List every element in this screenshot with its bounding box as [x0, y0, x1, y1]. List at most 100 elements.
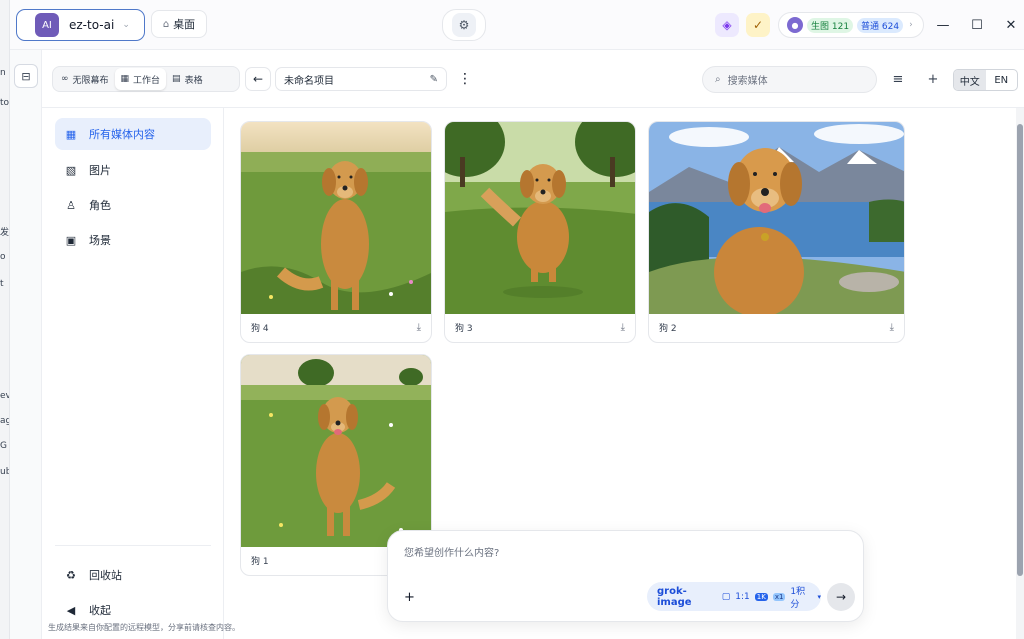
card-footer: 狗 4 ⤓: [241, 312, 431, 342]
check-icon[interactable]: ✓: [746, 13, 770, 37]
cost-label: 1积分: [790, 586, 806, 610]
background-text: t: [0, 279, 4, 289]
background-text: 发: [0, 228, 10, 238]
grid-icon: ▦: [120, 74, 130, 84]
left-rail: ⊟: [10, 50, 42, 639]
tab-label: 表格: [184, 75, 203, 86]
background-text: ev: [0, 391, 10, 401]
pencil-icon[interactable]: ✎: [430, 74, 438, 85]
tab-label: 工作台: [133, 75, 161, 86]
title-bar: AI ez-to-ai ⌄ ⌂ 桌面 ⚙ ◈ ✓ ● 生图 121 普通 624…: [10, 0, 1024, 50]
sidebar-item-label: 角色: [89, 199, 111, 212]
add-attachment-icon[interactable]: +: [404, 590, 415, 605]
media-title: 狗 2: [659, 323, 677, 334]
background-text: o: [0, 252, 6, 262]
credits-badge[interactable]: ● 生图 121 普通 624 ›: [778, 12, 924, 38]
scene-icon: ▣: [65, 233, 77, 247]
background-text: ag: [0, 416, 9, 426]
sidebar-item-all-media[interactable]: ▦ 所有媒体内容: [55, 118, 211, 150]
sidebar-item-label: 图片: [89, 164, 111, 177]
chevron-right-icon: ›: [909, 20, 913, 30]
toolbar: ∞ 无限幕布 ▦ 工作台 ▤ 表格 ← 未命名项目 ✎ ⋮ ⌕ 搜索媒体 ≡ +…: [42, 50, 1024, 108]
workspace-name: ez-to-ai: [69, 18, 115, 32]
sidebar-item-images[interactable]: ▧ 图片: [55, 154, 211, 186]
background-text: G: [0, 441, 7, 451]
lang-zh-button[interactable]: 中文: [954, 70, 986, 90]
background-window-strip: n to 发 o t ev ag G ub: [0, 0, 10, 639]
tab-workbench[interactable]: ▦ 工作台: [114, 68, 167, 90]
general-credits: 普通 624: [857, 17, 904, 33]
maximize-button[interactable]: ☐: [966, 14, 988, 36]
media-card[interactable]: 狗 4 ⤓: [240, 121, 432, 343]
image-credits: 生图 121: [807, 17, 854, 33]
image-icon: ▧: [65, 163, 77, 177]
arrow-left-icon: ←: [252, 72, 264, 86]
tab-table[interactable]: ▤ 表格: [166, 68, 209, 90]
search-icon: ⌕: [715, 74, 721, 85]
chevron-down-icon: ⌄: [122, 20, 130, 30]
dog-image: [445, 122, 635, 314]
table-icon: ▤: [172, 74, 181, 84]
download-icon[interactable]: ⤓: [417, 322, 421, 333]
add-icon[interactable]: +: [924, 70, 942, 88]
divider: [55, 545, 211, 546]
person-icon: ♙: [66, 198, 76, 212]
sidebar-item-label: 所有媒体内容: [89, 128, 155, 141]
sidebar: ▦ 所有媒体内容 ▧ 图片 ♙ 角色 ▣ 场景 ♻ 回收站 ◀ 收起: [42, 108, 224, 639]
more-vertical-icon[interactable]: ⋮: [458, 67, 472, 91]
tab-label: 无限幕布: [72, 75, 109, 86]
view-switcher: ∞ 无限幕布 ▦ 工作台 ▤ 表格: [52, 66, 240, 92]
download-icon[interactable]: ⤓: [890, 322, 894, 333]
media-card[interactable]: 狗 2 ⤓: [648, 121, 905, 343]
download-icon[interactable]: ⤓: [621, 322, 625, 333]
recycle-icon: ♻: [66, 568, 76, 582]
scrollbar-thumb[interactable]: [1017, 124, 1023, 576]
infinity-icon: ∞: [61, 74, 69, 84]
model-name: grok-image: [657, 585, 692, 608]
media-card[interactable]: 狗 3 ⤓: [444, 121, 636, 343]
sidebar-item-scenes[interactable]: ▣ 场景: [55, 224, 211, 256]
back-button[interactable]: ←: [245, 67, 271, 91]
settings-button[interactable]: ⚙: [442, 9, 486, 41]
arrow-right-icon: →: [835, 590, 847, 604]
background-text: n: [0, 68, 6, 78]
dog-image: [649, 122, 904, 314]
dog-image: [241, 122, 431, 314]
model-selector[interactable]: grok-image ▢ 1:1 1K x1 1积分 ▾: [647, 582, 821, 611]
project-name-field[interactable]: 未命名项目 ✎: [275, 67, 447, 91]
home-icon: ⌂: [162, 18, 170, 30]
desktop-label: 桌面: [173, 18, 196, 31]
sidebar-item-label: 回收站: [89, 569, 122, 582]
user-avatar-icon: ●: [787, 17, 803, 33]
project-name: 未命名项目: [284, 75, 334, 87]
prompt-composer: 您希望创作什么内容? + grok-image ▢ 1:1 1K x1 1积分 …: [387, 530, 864, 622]
gear-icon: ⚙: [452, 13, 476, 37]
card-footer: 狗 3 ⤓: [445, 312, 635, 342]
bot-icon[interactable]: ◈: [715, 13, 739, 37]
prompt-input[interactable]: 您希望创作什么内容?: [404, 544, 499, 559]
background-text: ub: [0, 467, 9, 477]
count-badge: x1: [772, 592, 786, 601]
minimize-button[interactable]: —: [932, 14, 954, 36]
scrollbar[interactable]: [1016, 108, 1024, 639]
sidebar-item-characters[interactable]: ♙ 角色: [55, 189, 211, 221]
aspect-ratio: 1:1: [735, 591, 750, 602]
search-placeholder: 搜索媒体: [727, 76, 768, 87]
language-switch: 中文 EN: [953, 69, 1018, 91]
lang-en-button[interactable]: EN: [986, 70, 1018, 90]
sidebar-item-label: 场景: [89, 234, 111, 247]
collapse-icon: ◀: [66, 603, 76, 617]
desktop-button[interactable]: ⌂ 桌面: [151, 10, 207, 38]
list-icon[interactable]: ≡: [889, 70, 907, 88]
close-button[interactable]: ✕: [1000, 14, 1022, 36]
media-title: 狗 4: [251, 323, 269, 334]
tab-infinite-canvas[interactable]: ∞ 无限幕布: [55, 68, 115, 90]
panel-toggle-icon[interactable]: ⊟: [14, 64, 38, 88]
workspace-switcher[interactable]: AI ez-to-ai ⌄: [16, 9, 145, 41]
search-input[interactable]: ⌕ 搜索媒体: [702, 66, 877, 93]
background-text: to: [0, 98, 10, 108]
chevron-down-icon: ▾: [817, 592, 821, 601]
dog-image: [241, 355, 431, 547]
send-button[interactable]: →: [827, 583, 855, 611]
sidebar-item-trash[interactable]: ♻ 回收站: [55, 559, 211, 591]
